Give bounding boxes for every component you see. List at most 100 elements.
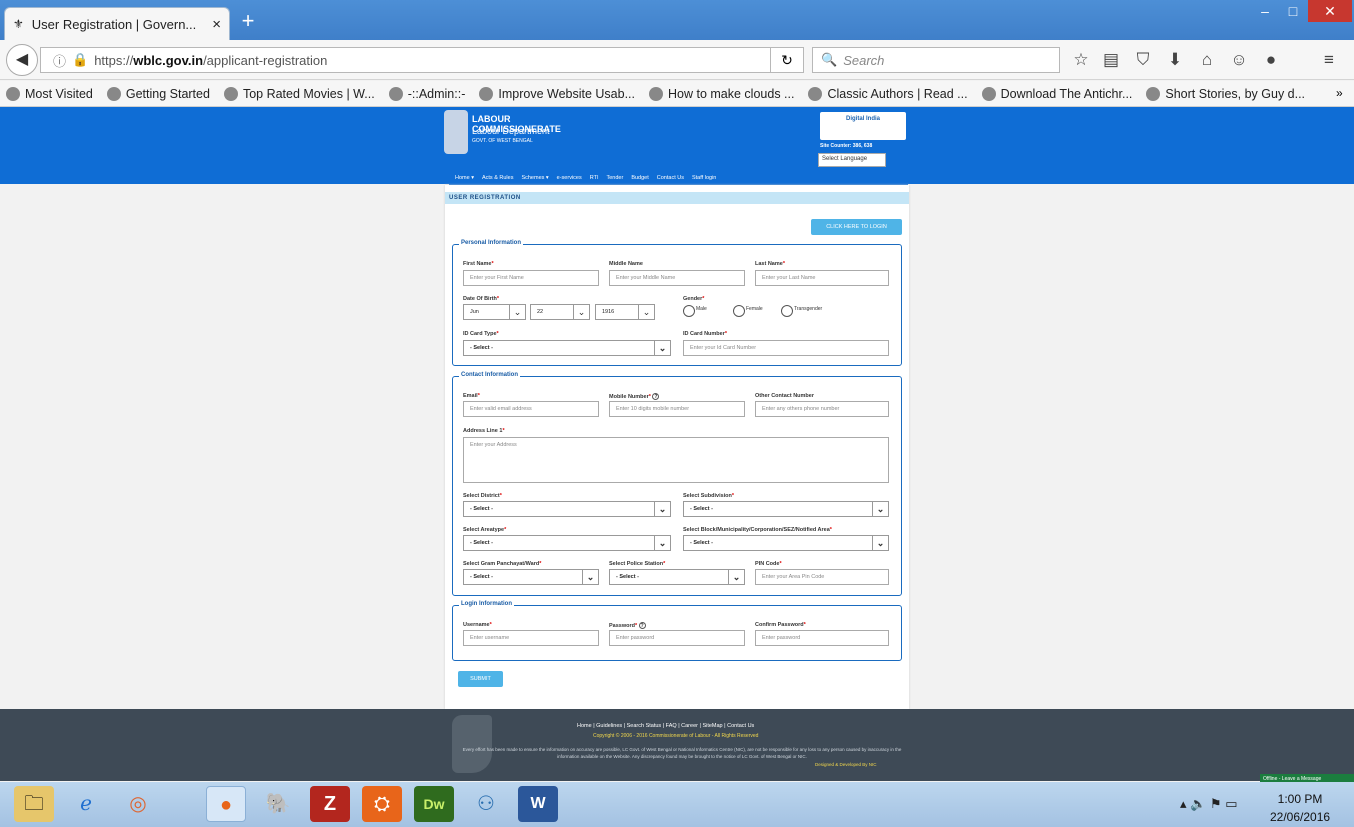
menu-item[interactable]: Contact Us	[657, 175, 684, 181]
extension-icon[interactable]: ●	[1258, 46, 1284, 74]
email-field[interactable]: Enter valid email address	[463, 401, 599, 417]
last-name-input[interactable]: Enter your Last Name	[755, 270, 889, 286]
mobile-input[interactable]: Enter 10 digits mobile number	[609, 401, 745, 417]
gender-label: Gender*	[683, 296, 705, 302]
help-icon[interactable]: ?	[652, 393, 660, 400]
block-select[interactable]: - Select - ⌄	[683, 535, 889, 551]
address-textarea[interactable]: Enter your Address	[463, 437, 889, 483]
favicon-icon: ⚜	[13, 17, 24, 31]
internet-explorer-icon[interactable]: ℯ	[66, 786, 106, 822]
language-select[interactable]: Select Language	[818, 153, 886, 167]
police-station-label: Select Police Station*	[609, 561, 666, 567]
chevron-down-icon: ⌄	[654, 502, 670, 516]
bookmark-item[interactable]: Improve Website Usab...	[479, 86, 635, 101]
bookmark-item[interactable]: -::Admin::-	[388, 86, 465, 101]
pocket-icon[interactable]: ⛉	[1130, 46, 1156, 74]
menu-item[interactable]: e-services	[557, 175, 582, 181]
teamviewer-icon[interactable]: ⚇	[466, 786, 506, 822]
gram-panchayat-select[interactable]: - Select - ⌄	[463, 569, 599, 585]
taskbar-clock[interactable]: 1:00 PM 22/06/2016	[1270, 790, 1330, 826]
menu-item[interactable]: Acts & Rules	[482, 175, 513, 181]
search-input[interactable]: 🔍 Search	[812, 47, 1060, 73]
username-input[interactable]: Enter username	[463, 630, 599, 646]
close-window-icon[interactable]: ✕	[1308, 0, 1352, 22]
bookmarks-overflow[interactable]: »	[1336, 86, 1343, 100]
pgadmin-icon[interactable]: 🐘	[258, 786, 298, 822]
info-icon[interactable]: ⓘ	[53, 51, 66, 70]
browser-tab[interactable]: ⚜ User Registration | Govern... ×	[4, 7, 230, 40]
menu-item[interactable]: Schemes ▾	[521, 175, 548, 181]
pin-input[interactable]: Enter your Area Pin Code	[755, 569, 889, 585]
reading-list-icon[interactable]: ▤	[1098, 46, 1124, 74]
bookmark-item[interactable]: Classic Authors | Read ...	[808, 86, 968, 101]
menu-item[interactable]: Tender	[607, 175, 624, 181]
word-icon[interactable]: W	[518, 786, 558, 822]
district-select[interactable]: - Select - ⌄	[463, 501, 671, 517]
gender-female-label: Female	[746, 306, 763, 312]
url-bar[interactable]: ⓘ 🔒 https://wblc.gov.in/applicant-regist…	[40, 47, 804, 73]
menu-item[interactable]: Home ▾	[455, 175, 474, 181]
firefox-icon[interactable]: ●	[206, 786, 246, 822]
search-icon: 🔍	[821, 52, 838, 67]
id-type-select[interactable]: - Select - ⌄	[463, 340, 671, 356]
minimize-icon[interactable]: –	[1252, 0, 1278, 22]
maximize-icon[interactable]: □	[1280, 0, 1306, 22]
menu-item[interactable]: Staff login	[692, 175, 716, 181]
tab-close-icon[interactable]: ×	[212, 16, 221, 33]
designed-by[interactable]: Designed & Developed By NIC	[815, 762, 877, 767]
bookmark-item[interactable]: Getting Started	[106, 86, 210, 101]
bookmark-item[interactable]: Top Rated Movies | W...	[223, 86, 375, 101]
emoji-icon[interactable]: ☺	[1226, 46, 1252, 74]
footer-links[interactable]: Home | Guidelines | Search Status | FAQ …	[577, 723, 754, 729]
password-input[interactable]: Enter password	[609, 630, 745, 646]
id-number-input[interactable]: Enter your Id Card Number	[683, 340, 889, 356]
chrome-icon[interactable]: ◎	[118, 786, 158, 822]
first-name-input[interactable]: Enter your First Name	[463, 270, 599, 286]
bookmark-item[interactable]: How to make clouds ...	[649, 86, 794, 101]
system-tray[interactable]: ▴ 🔈 ⚑ ▭	[1180, 796, 1237, 812]
dob-month-select[interactable]: Jun ⌄	[463, 304, 526, 320]
submit-button[interactable]: SUBMIT	[458, 671, 503, 687]
help-icon[interactable]: ?	[638, 622, 646, 629]
file-explorer-icon[interactable]: 🗀	[14, 786, 54, 822]
confirm-password-input[interactable]: Enter password	[755, 630, 889, 646]
police-station-select[interactable]: - Select - ⌄	[609, 569, 745, 585]
back-button[interactable]: ◀	[6, 44, 38, 76]
site-logo[interactable]: LABOUR COMMISSIONERATE Labour Department…	[444, 110, 594, 158]
xampp-icon[interactable]: ⛭	[362, 786, 402, 822]
login-button[interactable]: CLICK HERE TO LOGIN	[811, 219, 902, 235]
bookmark-icon	[981, 86, 996, 101]
filezilla-icon[interactable]: Z	[310, 786, 350, 822]
bookmark-icon	[223, 86, 238, 101]
menu-item[interactable]: RTI	[590, 175, 599, 181]
bookmark-item[interactable]: Download The Antichr...	[981, 86, 1132, 101]
download-icon[interactable]: ⬇	[1162, 46, 1188, 74]
digital-india-logo: Digital India	[820, 112, 906, 140]
chevron-down-icon: ⌄	[638, 305, 654, 319]
bookmark-item[interactable]: Most Visited	[6, 86, 93, 101]
middle-name-label: Middle Name	[609, 261, 643, 267]
dob-year-select[interactable]: 1916 ⌄	[595, 304, 655, 320]
home-icon[interactable]: ⌂	[1194, 46, 1220, 74]
dob-day-select[interactable]: 22 ⌄	[530, 304, 590, 320]
reload-button[interactable]: ↻	[770, 47, 804, 73]
bookmark-item[interactable]: Short Stories, by Guy d...	[1146, 86, 1305, 101]
menu-item[interactable]: Budget	[631, 175, 648, 181]
bookmark-icon	[649, 86, 664, 101]
id-type-label: ID Card Type*	[463, 331, 499, 337]
menu-icon[interactable]: ≡	[1316, 46, 1342, 74]
dreamweaver-icon[interactable]: Dw	[414, 786, 454, 822]
other-contact-input[interactable]: Enter any others phone number	[755, 401, 889, 417]
subdivision-select[interactable]: - Select - ⌄	[683, 501, 889, 517]
gender-male-radio[interactable]	[683, 305, 695, 317]
gender-female-radio[interactable]	[733, 305, 745, 317]
new-tab-button[interactable]: +	[236, 10, 260, 34]
chevron-down-icon: ⌄	[872, 502, 888, 516]
middle-name-input[interactable]: Enter your Middle Name	[609, 270, 745, 286]
gender-transgender-radio[interactable]	[781, 305, 793, 317]
gender-male-label: Male	[696, 306, 707, 312]
fieldset-legend: Personal Information	[459, 240, 524, 246]
address-label: Address Line 1*	[463, 428, 505, 434]
areatype-select[interactable]: - Select - ⌄	[463, 535, 671, 551]
bookmark-star-icon[interactable]: ☆	[1068, 46, 1094, 74]
